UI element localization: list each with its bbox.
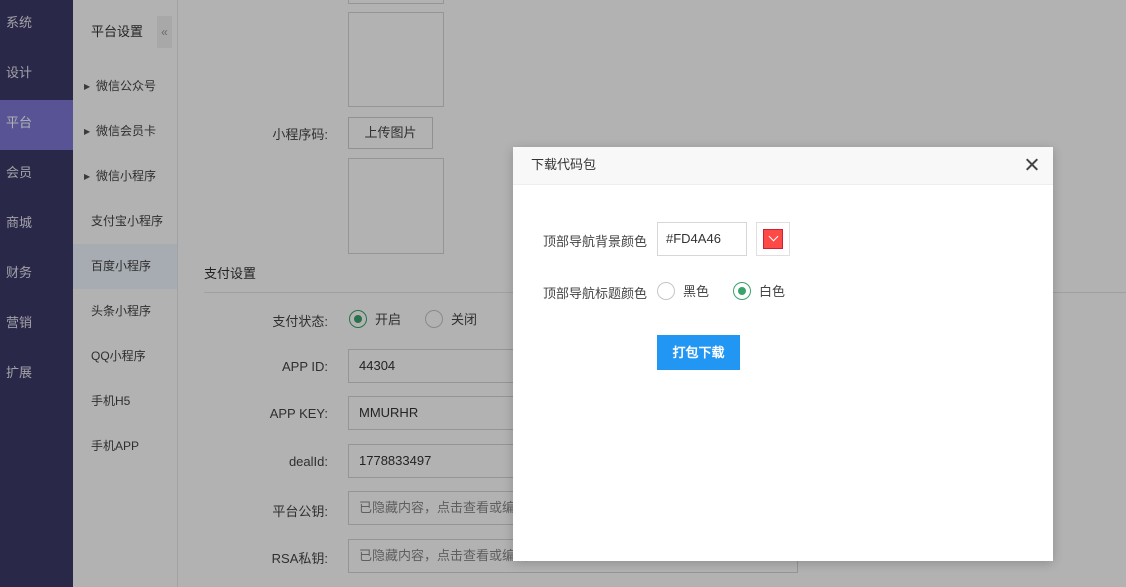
title-color-radio-group: 黑色 白色 [657, 281, 801, 300]
pack-download-button[interactable]: 打包下载 [657, 335, 740, 370]
download-package-dialog: 下载代码包 顶部导航背景颜色 #FD4A46 顶部导航标题颜色 黑色 白色 打包… [513, 147, 1053, 561]
title-color-black-radio[interactable] [657, 281, 675, 300]
bg-color-input[interactable]: #FD4A46 [657, 222, 747, 256]
dialog-header: 下载代码包 [513, 147, 1053, 185]
color-picker-button[interactable] [756, 222, 790, 256]
radio-label: 白色 [759, 284, 786, 299]
dialog-title: 下载代码包 [531, 157, 597, 172]
title-color-label: 顶部导航标题颜色 [543, 286, 648, 301]
radio-label: 黑色 [683, 284, 710, 299]
title-color-white-radio[interactable] [733, 281, 752, 300]
chevron-down-icon [763, 229, 783, 249]
close-icon[interactable] [1023, 156, 1041, 174]
bg-color-label: 顶部导航背景颜色 [543, 234, 648, 249]
